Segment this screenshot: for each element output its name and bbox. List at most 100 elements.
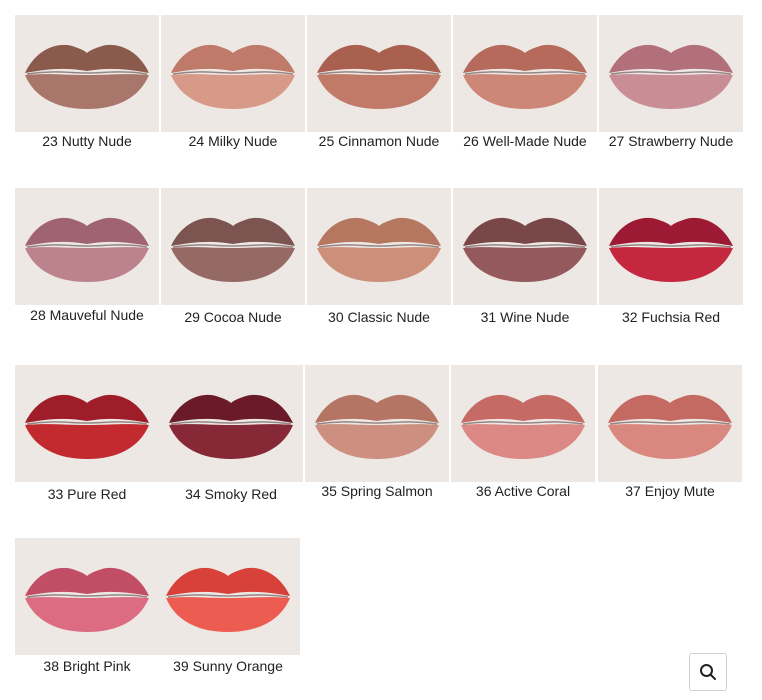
shade-swatch-image <box>598 365 742 482</box>
shade-swatch-image <box>15 188 159 305</box>
shade-name: 34 Smoky Red <box>185 486 277 502</box>
shade-grid: 23 Nutty Nude 24 Milky Nude 25 Cinnamon Nu… <box>0 0 762 700</box>
upper-lip <box>25 394 149 423</box>
lips-illustration <box>171 217 295 282</box>
shade-name: 38 Bright Pink <box>43 658 131 674</box>
shade-item[interactable]: 37 Enjoy Mute <box>598 365 742 499</box>
shade-item[interactable]: 29 Cocoa Nude <box>161 188 305 325</box>
search-button[interactable] <box>689 653 727 691</box>
shade-swatch-image <box>15 365 159 482</box>
shade-name: 24 Milky Nude <box>188 133 278 149</box>
lips-illustration <box>25 44 149 109</box>
shade-name: 33 Pure Red <box>47 486 127 502</box>
shade-name: 35 Spring Salmon <box>321 483 433 499</box>
lower-lip <box>25 424 149 459</box>
lower-lip <box>317 247 441 282</box>
shade-swatch-image <box>15 538 159 655</box>
shade-swatch-image <box>453 15 597 132</box>
lower-lip <box>166 597 290 632</box>
lip-seam <box>464 71 586 75</box>
shade-item[interactable]: 38 Bright Pink <box>15 538 159 674</box>
shade-swatch-image <box>307 15 451 132</box>
shade-name: 32 Fuchsia Red <box>621 309 721 325</box>
lip-seam <box>167 594 289 598</box>
shade-swatch-image <box>159 365 303 482</box>
shade-item[interactable]: 24 Milky Nude <box>161 15 305 149</box>
lip-seam <box>26 244 148 248</box>
shade-name: 29 Cocoa Nude <box>184 309 282 325</box>
shade-name: 26 Well-Made Nude <box>463 133 587 149</box>
upper-lip <box>171 217 295 246</box>
lower-lip <box>609 74 733 109</box>
lower-lip <box>171 247 295 282</box>
shade-item[interactable]: 25 Cinnamon Nude <box>307 15 451 149</box>
upper-lip <box>315 394 439 423</box>
lower-lip <box>25 247 149 282</box>
lip-seam <box>26 594 148 598</box>
lips-illustration <box>25 567 149 632</box>
lips-illustration <box>463 217 587 282</box>
shade-item[interactable]: 26 Well-Made Nude <box>453 15 597 149</box>
lower-lip <box>609 247 733 282</box>
upper-lip <box>463 44 587 73</box>
upper-lip <box>609 44 733 73</box>
lower-lip <box>461 424 585 459</box>
lower-lip <box>463 74 587 109</box>
shade-name: 23 Nutty Nude <box>42 133 132 149</box>
shade-item[interactable]: 36 Active Coral <box>451 365 595 499</box>
lip-seam <box>609 421 731 425</box>
upper-lip <box>609 217 733 246</box>
shade-name: 36 Active Coral <box>475 483 571 499</box>
shade-item[interactable]: 34 Smoky Red <box>159 365 303 502</box>
lower-lip <box>317 74 441 109</box>
shade-name: 30 Classic Nude <box>328 309 430 325</box>
lip-seam <box>172 244 294 248</box>
shade-item[interactable]: 32 Fuchsia Red <box>599 188 743 325</box>
upper-lip <box>25 217 149 246</box>
upper-lip <box>463 217 587 246</box>
lower-lip <box>171 74 295 109</box>
shade-item[interactable]: 27 Strawberry Nude <box>599 15 743 149</box>
upper-lip <box>25 567 149 596</box>
lip-seam <box>462 421 584 425</box>
lips-illustration <box>463 44 587 109</box>
lips-illustration <box>315 394 439 459</box>
lower-lip <box>608 424 732 459</box>
lip-seam <box>170 421 292 425</box>
upper-lip <box>317 44 441 73</box>
shade-item[interactable]: 35 Spring Salmon <box>305 365 449 499</box>
upper-lip <box>171 44 295 73</box>
shade-name: 39 Sunny Orange <box>173 658 283 674</box>
upper-lip <box>169 394 293 423</box>
lip-seam <box>316 421 438 425</box>
shade-item[interactable]: 33 Pure Red <box>15 365 159 502</box>
shade-swatch-image <box>161 188 305 305</box>
upper-lip <box>317 217 441 246</box>
shade-swatch-image <box>453 188 597 305</box>
lip-seam <box>610 244 732 248</box>
lips-illustration <box>609 44 733 109</box>
lower-lip <box>25 74 149 109</box>
shade-name: 37 Enjoy Mute <box>625 483 715 499</box>
shade-swatch-image <box>451 365 595 482</box>
shade-swatch-image <box>305 365 449 482</box>
lips-illustration <box>608 394 732 459</box>
shade-item[interactable]: 23 Nutty Nude <box>15 15 159 149</box>
shade-swatch-image <box>599 188 743 305</box>
shade-item[interactable]: 39 Sunny Orange <box>156 538 300 674</box>
lip-seam <box>464 244 586 248</box>
lower-lip <box>25 597 149 632</box>
lower-lip <box>463 247 587 282</box>
lip-seam <box>26 421 148 425</box>
lip-seam <box>172 71 294 75</box>
shade-swatch-image <box>161 15 305 132</box>
search-icon <box>700 664 716 680</box>
shade-swatch-image <box>599 15 743 132</box>
shade-item[interactable]: 31 Wine Nude <box>453 188 597 325</box>
shade-item[interactable]: 30 Classic Nude <box>307 188 451 325</box>
shade-swatch-image <box>156 538 300 655</box>
lips-illustration <box>317 217 441 282</box>
shade-item[interactable]: 28 Mauveful Nude <box>15 188 159 323</box>
lips-illustration <box>317 44 441 109</box>
lips-illustration <box>461 394 585 459</box>
